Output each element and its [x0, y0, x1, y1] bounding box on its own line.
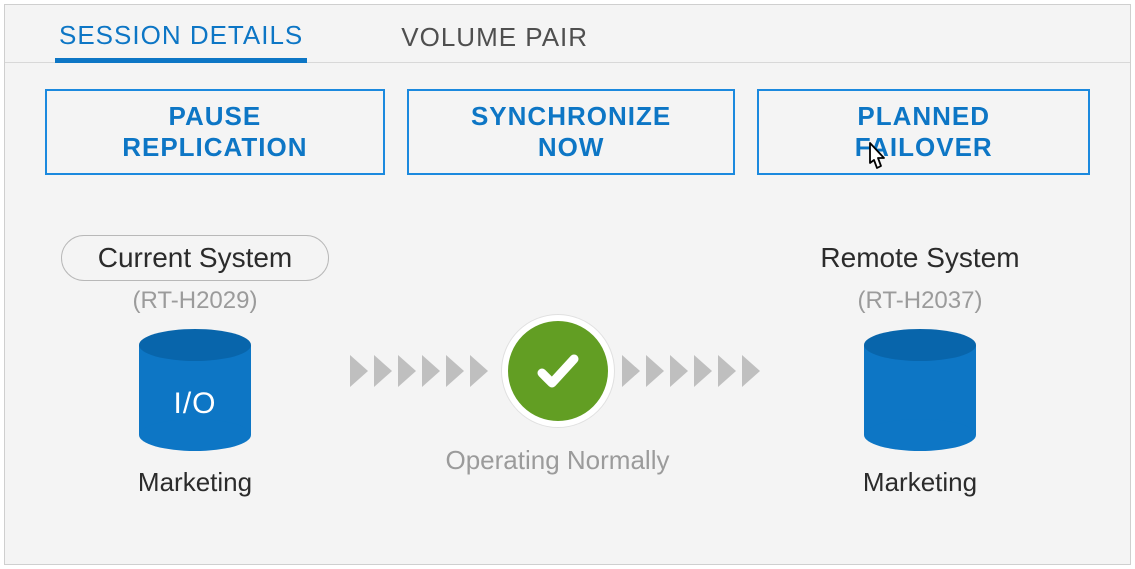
- current-system-id: (RT-H2029): [133, 287, 258, 315]
- remote-system-title: Remote System: [820, 235, 1019, 281]
- status-text: Operating Normally: [446, 445, 670, 476]
- current-volume-icon: I/O: [139, 329, 251, 451]
- replication-diagram: Current System (RT-H2029) I/O Marketing: [5, 175, 1130, 498]
- check-icon: [530, 343, 586, 399]
- current-system-pill[interactable]: Current System: [61, 235, 330, 281]
- tab-bar: SESSION DETAILS VOLUME PAIR: [5, 5, 1130, 63]
- planned-failover-button[interactable]: PLANNED FAILOVER: [757, 89, 1090, 175]
- replication-status: Operating Normally: [345, 315, 770, 476]
- status-ok-icon: [502, 315, 614, 427]
- synchronize-now-button[interactable]: SYNCHRONIZE NOW: [407, 89, 736, 175]
- chevrons-right-icon: [622, 355, 766, 387]
- remote-volume-name: Marketing: [863, 467, 977, 498]
- current-volume-name: Marketing: [138, 467, 252, 498]
- remote-system: Remote System (RT-H2037) Marketing: [770, 235, 1070, 498]
- flow-row: [350, 315, 766, 427]
- io-label: I/O: [139, 387, 251, 421]
- remote-volume-icon: [864, 329, 976, 451]
- current-system: Current System (RT-H2029) I/O Marketing: [45, 235, 345, 498]
- session-panel: SESSION DETAILS VOLUME PAIR PAUSE REPLIC…: [4, 4, 1131, 565]
- remote-system-id: (RT-H2037): [858, 287, 983, 315]
- tab-volume-pair[interactable]: VOLUME PAIR: [397, 22, 592, 63]
- tab-session-details[interactable]: SESSION DETAILS: [55, 20, 307, 63]
- pause-replication-button[interactable]: PAUSE REPLICATION: [45, 89, 385, 175]
- chevrons-left-icon: [350, 355, 494, 387]
- action-bar: PAUSE REPLICATION SYNCHRONIZE NOW PLANNE…: [5, 63, 1130, 175]
